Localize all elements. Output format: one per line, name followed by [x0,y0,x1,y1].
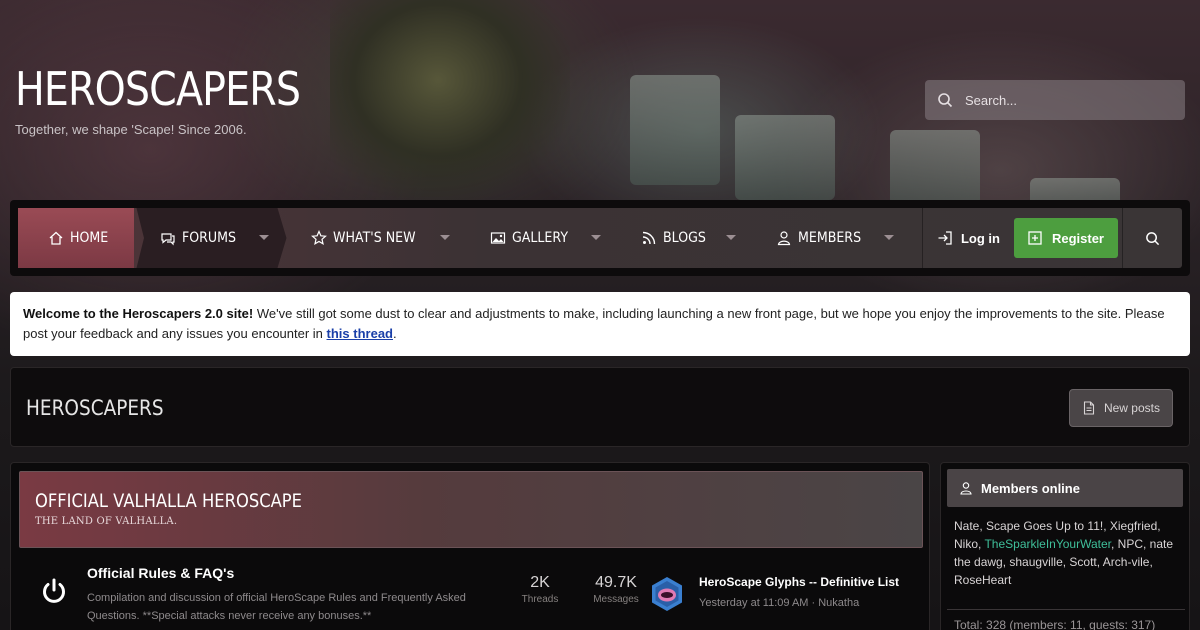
category-header[interactable]: OFFICIAL VALHALLA HEROSCAPE THE LAND OF … [19,471,923,548]
register-button[interactable]: Register [1013,218,1118,258]
notice-thread-link[interactable]: this thread [327,326,393,341]
member-link[interactable]: Niko [954,537,978,551]
nav-label-forums: FORUMS [182,230,237,246]
nav-item-whats-new[interactable]: WHAT'S NEW [287,208,467,268]
member-link[interactable]: Arch-vile [1103,555,1150,569]
threads-count: 2K [530,574,550,591]
members-online-title: Members online [981,480,1080,496]
member-link[interactable]: Scott [1069,555,1096,569]
chevron-down-icon[interactable] [726,235,737,241]
chevron-down-icon[interactable] [440,235,451,241]
nav-label-members: MEMBERS [798,230,862,246]
last-post-title[interactable]: HeroScape Glyphs -- Definitive List [699,575,899,589]
nav-label-gallery: GALLERY [512,230,569,246]
forum-title[interactable]: Official Rules & FAQ's [87,565,234,581]
new-posts-button[interactable]: New posts [1068,389,1173,427]
member-link[interactable]: TheSparkleInYourWater [984,537,1111,551]
nav-label-whats-new: WHAT'S NEW [332,230,416,246]
power-icon [43,578,65,603]
rss-icon [642,231,655,245]
search-icon [938,93,953,108]
member-link[interactable]: RoseHeart [954,573,1011,587]
site-title[interactable]: HEROSCAPERS [15,62,301,116]
site-header: HEROSCAPERS Together, we shape 'Scape! S… [0,0,1200,200]
messages-stat: 49.7K Messages [581,574,651,605]
nav-search-button[interactable] [1122,208,1182,268]
threads-stat: 2K Threads [515,574,565,605]
sidebar-members-online: Members online Nate, Scape Goes Up to 11… [940,462,1190,630]
search-box[interactable] [925,80,1185,120]
nav-label-home: HOME [70,230,109,246]
notice-heading: Welcome to the Heroscapers 2.0 site! [23,306,254,321]
messages-count: 49.7K [595,574,637,591]
members-online-list: Nate, Scape Goes Up to 11!, Xiegfried, N… [954,519,1174,587]
star-icon [310,230,327,245]
messages-label: Messages [593,594,639,605]
nav-item-home[interactable]: HOME [18,208,135,268]
login-button[interactable]: Log in [921,208,1014,268]
forum-description: Compilation and discussion of official H… [87,592,466,622]
site-tagline: Together, we shape 'Scape! Since 2006. [15,122,247,137]
forum-list: OFFICIAL VALHALLA HEROSCAPE THE LAND OF … [10,462,930,630]
members-online-total: Total: 328 (members: 11, guests: 317) [947,609,1185,630]
home-icon [49,231,63,245]
new-posts-label: New posts [1103,401,1160,415]
chevron-down-icon[interactable] [884,235,895,241]
plus-square-icon [1028,231,1042,245]
user-icon [778,231,791,246]
chevron-down-icon[interactable] [590,235,601,241]
category-title[interactable]: OFFICIAL VALHALLA HEROSCAPE [35,490,785,512]
file-icon [1083,401,1095,415]
member-link[interactable]: Scape Goes Up to 11! [986,519,1103,533]
nav-item-gallery[interactable]: GALLERY [466,208,616,268]
member-link[interactable]: NPC [1118,537,1143,551]
avatar[interactable] [649,576,685,612]
page-title: HEROSCAPERS [26,396,164,420]
nav-item-forums[interactable]: FORUMS [136,208,287,268]
image-icon [491,232,506,244]
main-nav: HOME FORUMS WHAT'S NEW GALLERY BLOGS MEM… [10,200,1190,276]
nav-item-members[interactable]: MEMBERS [752,208,910,268]
threads-label: Threads [521,594,559,605]
forum-row: Official Rules & FAQ's Compilation and d… [19,556,923,630]
member-link[interactable]: shaugville [1009,555,1062,569]
member-link[interactable]: Nate [954,519,979,533]
search-input[interactable] [965,92,1165,108]
user-icon [960,482,972,495]
nav-item-blogs[interactable]: BLOGS [617,208,753,268]
chevron-down-icon[interactable] [258,235,269,241]
category-description: THE LAND OF VALHALLA. [35,516,178,527]
sign-in-icon [938,231,952,245]
members-online-header[interactable]: Members online [947,469,1183,507]
last-post-meta[interactable]: Yesterday at 11:09 AM · Nukatha [699,597,859,609]
site-notice: Welcome to the Heroscapers 2.0 site! We'… [10,292,1190,356]
page-header: HEROSCAPERS New posts [10,367,1190,447]
comments-icon [161,233,176,246]
register-label: Register [1051,230,1104,246]
notice-end: . [393,326,397,341]
member-link[interactable]: Xiegfried [1110,519,1157,533]
nav-label-blogs: BLOGS [662,230,706,246]
login-label: Log in [960,230,1000,246]
search-icon [1146,231,1160,245]
